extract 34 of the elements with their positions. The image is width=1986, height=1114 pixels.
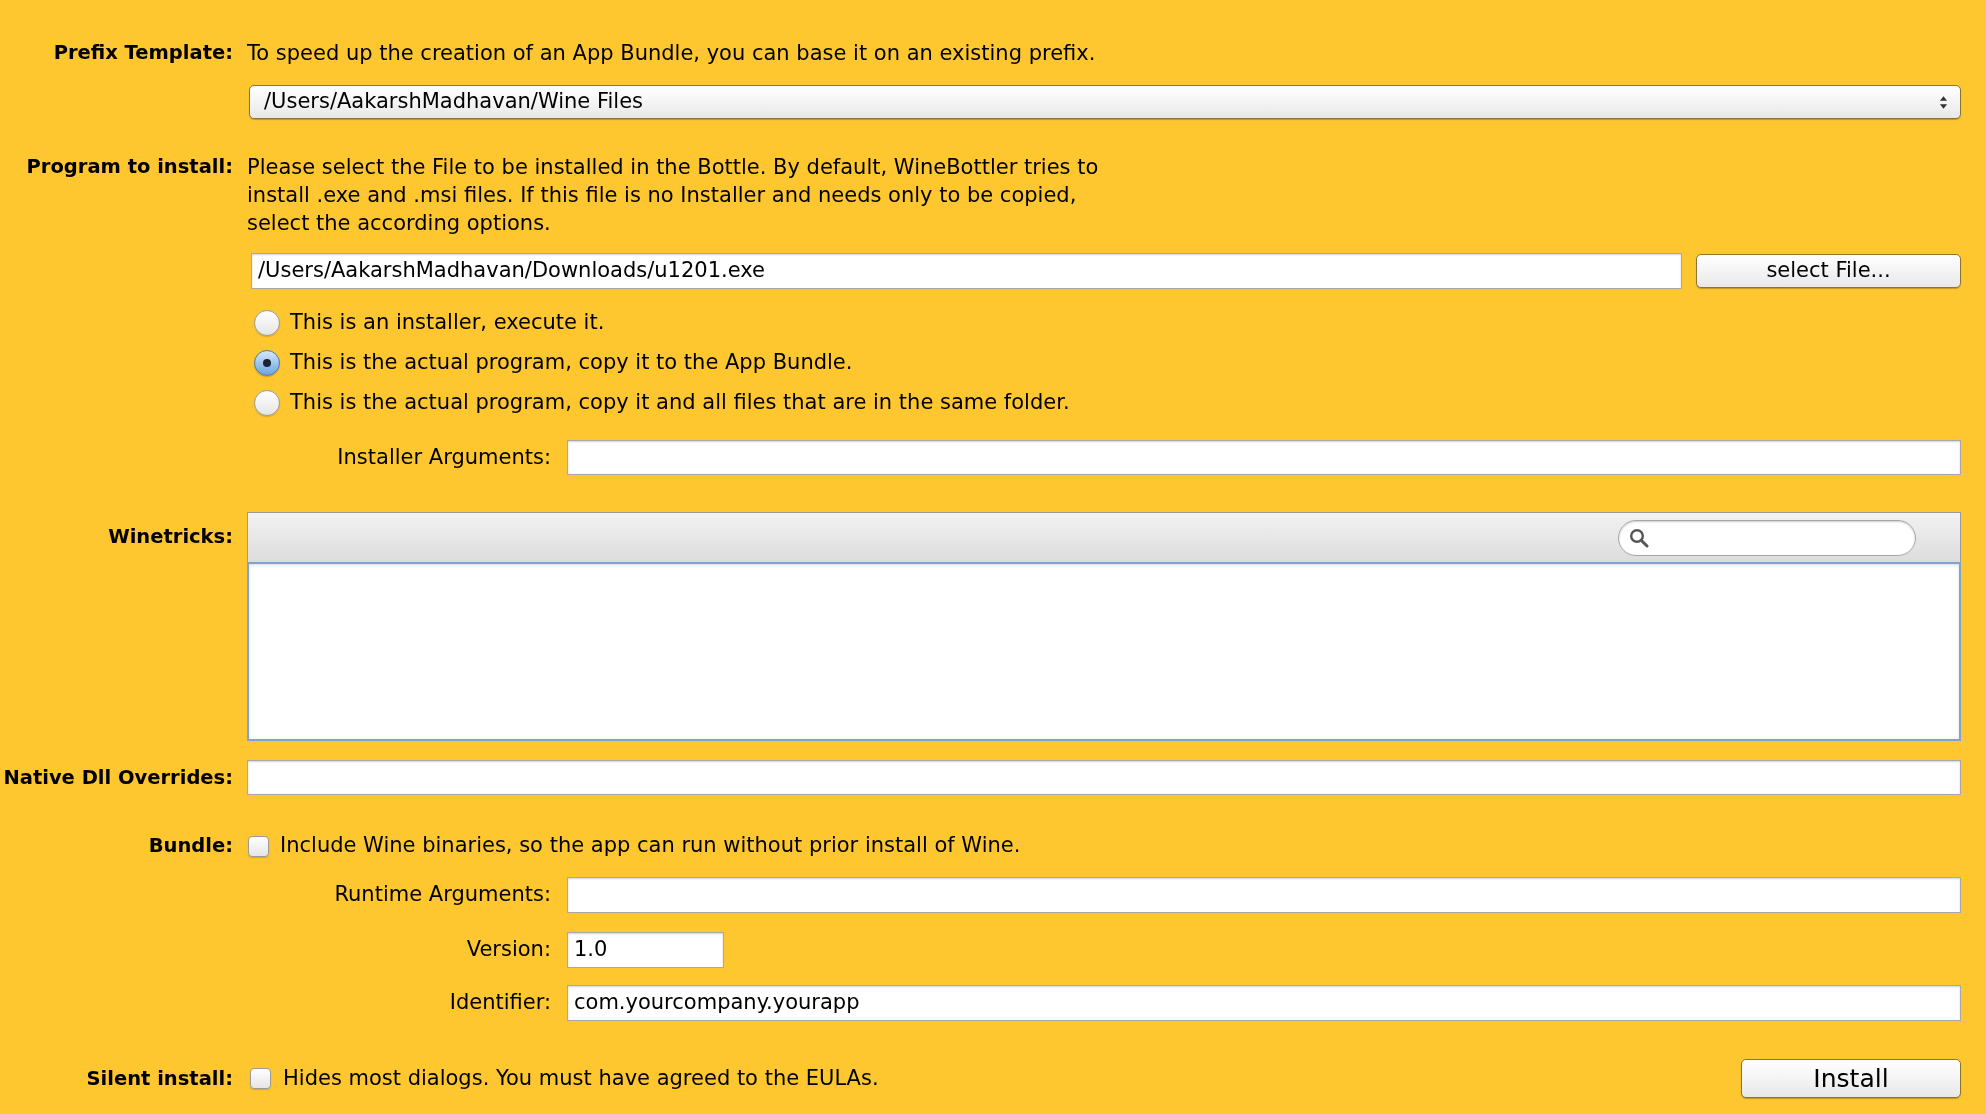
radio-button[interactable]: [254, 350, 280, 376]
select-file-button[interactable]: select File...: [1696, 254, 1961, 288]
search-icon: [1629, 527, 1649, 548]
checkbox-label: Hides most dialogs. You must have agreed to the EULAs.: [283, 1064, 879, 1092]
text-field[interactable]: [247, 760, 1961, 795]
checkbox[interactable]: [250, 1068, 271, 1089]
section-label: Program to install:: [26, 154, 233, 180]
checkbox-label: Include Wine binaries, so the app can run without prior install of Wine.: [280, 832, 1021, 860]
text-field[interactable]: /Users/AakarshMadhavan/Downloads/u1201.exe: [251, 253, 1682, 289]
description-text: To speed up the creation of an App Bundle, you can base it on an existing prefix.: [247, 40, 1096, 67]
radio-label: This is the actual program, copy it to the App Bundle.: [290, 349, 853, 377]
description-text: Please select the File to be installed in the Bottle. By default, WineBottler tries to install .exe and .msi files. If this file is no Installer and needs only to be copied, select the according options.: [247, 154, 1100, 237]
popup-arrows-icon: [1939, 94, 1948, 110]
install-button[interactable]: Install: [1741, 1059, 1961, 1098]
section-label: Winetricks:: [108, 524, 233, 550]
field-label: Identifier:: [449, 989, 551, 1017]
checkbox[interactable]: [248, 835, 269, 857]
text-field[interactable]: 1.0: [567, 932, 724, 968]
prefix-popup[interactable]: /Users/AakarshMadhavan/Wine Files: [249, 85, 1961, 119]
field-label: Installer Arguments:: [337, 443, 551, 471]
text-field[interactable]: com.yourcompany.yourapp: [567, 985, 1961, 1021]
radio-label: This is the actual program, copy it and all files that are in the same folder.: [290, 389, 1070, 417]
radio-button[interactable]: [254, 310, 280, 336]
radio-button[interactable]: [254, 390, 280, 416]
text-field[interactable]: [567, 877, 1961, 913]
section-label: Native Dll Overrides:: [3, 764, 233, 791]
section-label: Bundle:: [148, 833, 233, 859]
radio-label: This is an installer, execute it.: [290, 309, 605, 337]
section-label: Silent install:: [86, 1065, 233, 1092]
field-label: Runtime Arguments:: [334, 881, 551, 909]
search-field[interactable]: [1618, 519, 1916, 556]
section-label: Prefix Template:: [53, 40, 233, 66]
text-field[interactable]: [567, 440, 1961, 475]
field-label: Version:: [466, 936, 551, 964]
